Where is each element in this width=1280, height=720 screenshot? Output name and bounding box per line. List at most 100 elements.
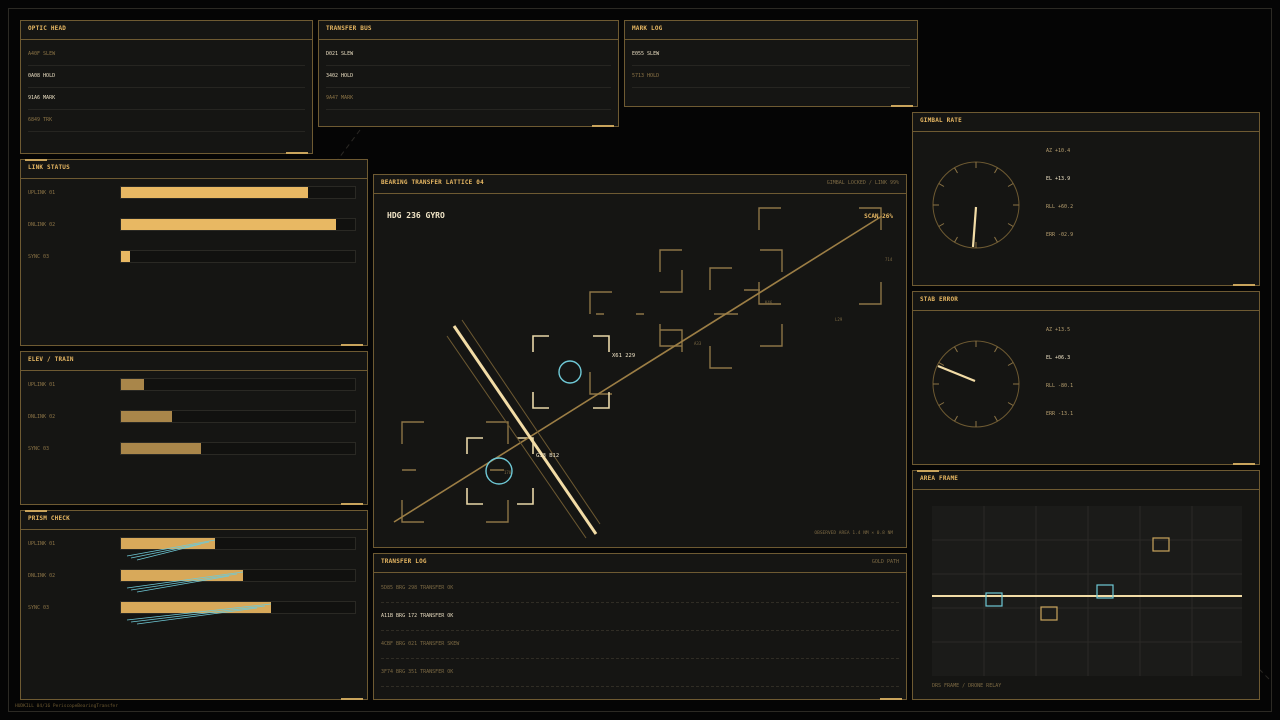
stab-error-readout: ERR -13.1: [1046, 411, 1074, 417]
transfer-bus-title: TRANSFER BUS: [326, 25, 372, 32]
link-status-title: LINK STATUS: [28, 164, 70, 171]
transfer-log-row-text: 3F74 BRG 351 TRANSFER OK: [381, 669, 454, 675]
prism-check-bar-trace: [126, 603, 272, 625]
transfer-log-row-text: A11B BRG 172 TRANSFER OK: [381, 613, 454, 619]
transfer-bus-row-text: D021 SLEW: [326, 51, 354, 57]
gauge-needle: [937, 364, 976, 383]
transfer-log-meta: GOLD PATH: [871, 559, 899, 565]
mark-a33: A33: [694, 341, 702, 346]
mark-log-row[interactable]: 5713 HOLD: [632, 65, 910, 88]
optic-head-row-text: 6849 TRK: [28, 117, 53, 123]
transfer-log-row-text: 5D85 BRG 298 TRANSFER OK: [381, 585, 454, 591]
mark-log-panel: MARK LOG E055 SLEW 5713 HOLD: [624, 20, 918, 107]
optic-head-title: OPTIC HEAD: [28, 25, 67, 32]
link-status-bar-label: DNLINK 02: [28, 222, 56, 228]
transfer-line-shadow: [446, 335, 587, 539]
link-status-bar-track: [120, 186, 356, 199]
transfer-log-row[interactable]: 3F74 BRG 351 TRANSFER OK: [381, 658, 899, 687]
link-status-bar-label: SYNC 03: [28, 254, 50, 260]
lattice-heading: HDG 236 GYRO: [387, 211, 445, 220]
link-status-bar-label: UPLINK 01: [28, 190, 56, 196]
mark-g33: G33 B12: [536, 453, 559, 459]
cyan-reticle-1: [558, 360, 582, 384]
lattice-view[interactable]: HDG 236 GYRO SCAN 26% X61 229 G33 B12 71…: [374, 194, 906, 548]
transfer-log-row[interactable]: 4CBF BRG 021 TRANSFER SKEW: [381, 630, 899, 659]
link-status-bar-fill: [121, 251, 131, 262]
lattice-status: GIMBAL LOCKED / LINK 99%: [826, 180, 899, 186]
stab-error-readout: RLL -80.1: [1046, 383, 1074, 389]
mark-log-row-text: E055 SLEW: [632, 51, 660, 57]
stab-error-gauge: [932, 340, 1020, 428]
gimbal-rate-readout: RLL +60.2: [1046, 204, 1074, 210]
prism-check-bar-track: [120, 569, 356, 593]
mark-l29: L29: [835, 317, 843, 322]
gimbal-rate-gauge: [932, 161, 1020, 249]
elev-train-title: ELEV / TRAIN: [28, 356, 74, 363]
stab-error-panel: STAB ERROR AZ +13.5 EL +06.3 RLL -80.1 ERR …: [912, 291, 1260, 465]
prism-check-bar-trace: [126, 571, 244, 593]
gimbal-rate-panel: GIMBAL RATE AZ +10.4 EL +13.9 RLL +60.2 ERR…: [912, 112, 1260, 286]
bearing-line: [393, 215, 883, 523]
link-status-bar-fill: [121, 187, 309, 198]
transfer-bus-row[interactable]: D021 SLEW: [326, 43, 611, 66]
elev-train-bar-track: [120, 410, 356, 423]
optic-head-row[interactable]: 0A08 HOLD: [28, 65, 305, 88]
elev-train-bar-track: [120, 378, 356, 391]
elev-train-bar-fill: [121, 379, 145, 390]
transfer-bus-row[interactable]: 3402 HOLD: [326, 65, 611, 88]
transfer-log-title: TRANSFER LOG: [381, 558, 427, 565]
prism-check-bar-label: SYNC 03: [28, 605, 50, 611]
transfer-bus-row-text: 3402 HOLD: [326, 73, 354, 79]
link-status-bar-track: [120, 250, 356, 263]
optic-head-row[interactable]: 6849 TRK: [28, 109, 305, 132]
stab-error-readout: EL +06.3: [1046, 355, 1071, 361]
optic-head-row[interactable]: 91A6 MARK: [28, 87, 305, 110]
mark-k46: K46: [765, 300, 773, 305]
prism-check-bar-label: UPLINK 01: [28, 541, 56, 547]
gimbal-rate-readout: EL +13.9: [1046, 176, 1071, 182]
elev-train-bar-track: [120, 442, 356, 455]
mark-log-title: MARK LOG: [632, 25, 663, 32]
prism-check-bar-trace: [126, 539, 216, 561]
lattice-footer: OBSERVED AREA 1.4 NM × 0.8 NM: [814, 530, 893, 536]
gimbal-rate-title: GIMBAL RATE: [920, 117, 962, 124]
mark-log-row-text: 5713 HOLD: [632, 73, 660, 79]
stab-error-readout: AZ +13.5: [1046, 327, 1071, 333]
gimbal-rate-readout: ERR -02.9: [1046, 232, 1074, 238]
optic-head-row[interactable]: A40F SLEW: [28, 43, 305, 66]
transfer-line: [452, 325, 598, 535]
transfer-log-panel: TRANSFER LOG GOLD PATH 5D85 BRG 298 TRAN…: [373, 553, 907, 700]
stab-error-title: STAB ERROR: [920, 296, 959, 303]
mark-x61: X61 229: [612, 353, 635, 359]
link-status-panel: LINK STATUS UPLINK 01 DNLINK 02 SYNC 03: [20, 159, 368, 346]
area-frame-panel: AREA FRAME DRS FRAME / DRONE RELAY: [912, 470, 1260, 700]
elev-train-panel: ELEV / TRAIN UPLINK 01 DNLINK 02 SYNC 03: [20, 351, 368, 505]
lattice-title: BEARING TRANSFER LATTICE 04: [381, 179, 484, 186]
link-status-bar-track: [120, 218, 356, 231]
lattice-panel: BEARING TRANSFER LATTICE 04 GIMBAL LOCKE…: [373, 174, 907, 548]
transfer-log-row-text: 4CBF BRG 021 TRANSFER SKEW: [381, 641, 460, 647]
mark-714: 714: [885, 257, 893, 262]
prism-check-title: PRISM CHECK: [28, 515, 70, 522]
elev-train-bar-label: SYNC 03: [28, 446, 50, 452]
area-frame-view[interactable]: [932, 506, 1242, 676]
gauge-needle: [971, 206, 978, 248]
prism-check-panel: PRISM CHECK UPLINK 01 DNLINK 02 SYNC 03: [20, 510, 368, 700]
transfer-bus-row[interactable]: 9A47 MARK: [326, 87, 611, 110]
mark-log-row[interactable]: E055 SLEW: [632, 43, 910, 66]
footer-label: HUDKILL 04/16 PeriscopeBearingTransfer: [15, 704, 118, 709]
optic-head-row-text: 91A6 MARK: [28, 95, 56, 101]
link-status-bar-fill: [121, 219, 337, 230]
prism-check-bar-label: DNLINK 02: [28, 573, 56, 579]
elev-train-bar-fill: [121, 411, 173, 422]
elev-train-bar-fill: [121, 443, 201, 454]
transfer-log-row[interactable]: 5D85 BRG 298 TRANSFER OK: [381, 574, 899, 603]
elev-train-bar-label: DNLINK 02: [28, 414, 56, 420]
transfer-log-row[interactable]: A11B BRG 172 TRANSFER OK: [381, 602, 899, 631]
transfer-bus-row-text: 9A47 MARK: [326, 95, 354, 101]
area-frame-footer: DRS FRAME / DRONE RELAY: [932, 683, 1002, 689]
mark-170: 170: [504, 470, 512, 475]
area-frame-title: AREA FRAME: [920, 475, 959, 482]
elev-train-bar-label: UPLINK 01: [28, 382, 56, 388]
transfer-bus-panel: TRANSFER BUS D021 SLEW 3402 HOLD 9A47 MARK: [318, 20, 619, 127]
